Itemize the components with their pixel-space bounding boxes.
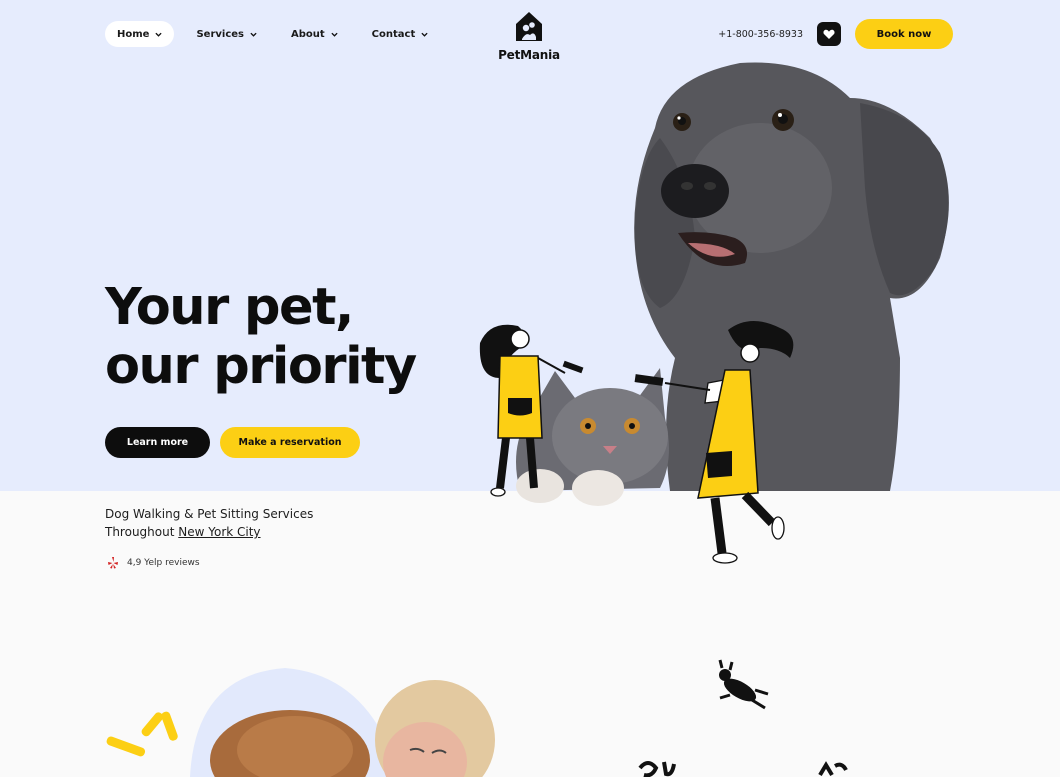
subtitle-line-2: Throughout New York City bbox=[105, 523, 313, 541]
city-link[interactable]: New York City bbox=[178, 525, 260, 539]
nav-home[interactable]: Home bbox=[105, 21, 175, 47]
headline-line-2: our priority bbox=[105, 337, 417, 396]
chevron-down-icon bbox=[155, 32, 163, 37]
nav-contact-label: Contact bbox=[371, 28, 416, 40]
hero-cta-group: Learn more Make a reservation bbox=[105, 427, 360, 458]
nav-about[interactable]: About bbox=[279, 21, 350, 47]
favorites-button[interactable] bbox=[817, 22, 841, 46]
subtitle-prefix: Throughout bbox=[105, 525, 179, 539]
heart-icon bbox=[823, 29, 835, 39]
subtitle-line-1: Dog Walking & Pet Sitting Services bbox=[105, 507, 314, 521]
phone-number[interactable]: +1-800-356-8933 bbox=[718, 29, 803, 40]
dog-image bbox=[634, 62, 949, 491]
lower-section-illustration bbox=[106, 659, 848, 777]
book-now-button[interactable]: Book now bbox=[855, 19, 953, 49]
nav-contact[interactable]: Contact bbox=[360, 21, 441, 47]
hero-headline: Your pet, our priority bbox=[105, 278, 417, 396]
yelp-icon bbox=[108, 557, 118, 569]
yellow-stroke-3 bbox=[161, 711, 178, 741]
nav-home-label: Home bbox=[117, 28, 150, 40]
running-dog-illustration bbox=[718, 659, 769, 710]
brand-logo[interactable]: PetMania bbox=[494, 9, 564, 62]
main-nav: Home Services About Contact bbox=[105, 21, 440, 47]
headline-line-1: Your pet, bbox=[105, 278, 354, 337]
nav-services[interactable]: Services bbox=[184, 21, 269, 47]
chevron-down-icon bbox=[331, 32, 338, 37]
yellow-stroke-2 bbox=[141, 712, 164, 737]
hero-illustration bbox=[479, 62, 949, 564]
logo-house-icon bbox=[516, 12, 542, 41]
yelp-reviews[interactable]: 4,9 Yelp reviews bbox=[107, 556, 200, 569]
chevron-down-icon bbox=[421, 32, 428, 37]
nav-services-label: Services bbox=[196, 28, 244, 40]
yelp-reviews-label: 4,9 Yelp reviews bbox=[127, 557, 200, 568]
header-actions: +1-800-356-8933 Book now bbox=[718, 19, 953, 49]
section-heading-fragment bbox=[638, 761, 676, 777]
hero-subtitle: Dog Walking & Pet Sitting Services Throu… bbox=[105, 505, 313, 541]
nav-about-label: About bbox=[290, 28, 325, 40]
chevron-down-icon bbox=[250, 32, 257, 37]
make-reservation-button[interactable]: Make a reservation bbox=[220, 427, 360, 458]
yellow-stroke-1 bbox=[106, 736, 146, 757]
learn-more-button[interactable]: Learn more bbox=[105, 427, 210, 458]
